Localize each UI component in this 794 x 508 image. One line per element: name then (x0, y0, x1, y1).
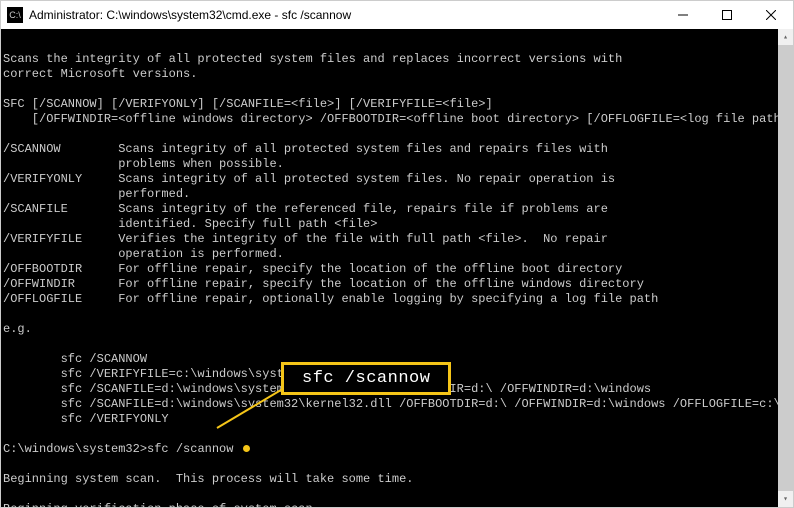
output-line: /OFFLOGFILE For offline repair, optional… (3, 292, 658, 306)
titlebar[interactable]: C:\ Administrator: C:\windows\system32\c… (1, 1, 793, 29)
output-line: /OFFWINDIR For offline repair, specify t… (3, 277, 644, 291)
output-line: sfc /SCANFILE=d:\windows\system32\ (3, 382, 305, 396)
vertical-scrollbar[interactable]: ▴ ▾ (778, 29, 793, 507)
output-line: Beginning system scan. This process will… (3, 472, 413, 486)
output-line: [/OFFWINDIR=<offline windows directory> … (3, 112, 778, 126)
scroll-thumb[interactable] (778, 45, 793, 491)
close-button[interactable] (749, 1, 793, 29)
output-line: operation is performed. (3, 247, 284, 261)
output-line: /SCANNOW Scans integrity of all protecte… (3, 142, 608, 156)
output-line: Scans the integrity of all protected sys… (3, 52, 622, 66)
scroll-down-button[interactable]: ▾ (778, 491, 793, 507)
cmd-icon: C:\ (7, 7, 23, 23)
output-line: /OFFBOOTDIR For offline repair, specify … (3, 262, 622, 276)
window-title: Administrator: C:\windows\system32\cmd.e… (29, 8, 351, 22)
minimize-button[interactable] (661, 1, 705, 29)
output-line: /VERIFYFILE Verifies the integrity of th… (3, 232, 608, 246)
output-line: SFC [/SCANNOW] [/VERIFYONLY] [/SCANFILE=… (3, 97, 493, 111)
output-line: /SCANFILE Scans integrity of the referen… (3, 202, 608, 216)
scroll-up-button[interactable]: ▴ (778, 29, 793, 45)
prompt-command: sfc /scannow (147, 442, 241, 456)
output-line: e.g. (3, 322, 32, 336)
prompt-path: C:\windows\system32> (3, 442, 147, 456)
output-line: Beginning verification phase of system s… (3, 502, 320, 507)
callout-box: sfc /scannow (281, 362, 451, 395)
output-line: correct Microsoft versions. (3, 67, 197, 81)
scroll-track[interactable] (778, 45, 793, 491)
output-line: sfc /VERIFYONLY (3, 412, 169, 426)
output-line: /VERIFYONLY Scans integrity of all prote… (3, 172, 615, 186)
output-line: sfc /SCANFILE=d:\windows\system32\kernel… (3, 397, 778, 411)
maximize-button[interactable] (705, 1, 749, 29)
callout-anchor-dot (243, 445, 250, 452)
output-line: performed. (3, 187, 190, 201)
output-line: problems when possible. (3, 157, 284, 171)
output-line: sfc /VERIFYFILE=c:\windows\system32 (3, 367, 313, 381)
terminal-output[interactable]: Scans the integrity of all protected sys… (1, 29, 778, 507)
output-line: IR=d:\ /OFFWINDIR=d:\windows (449, 382, 651, 396)
output-line: sfc /SCANNOW (3, 352, 147, 366)
cmd-window: C:\ Administrator: C:\windows\system32\c… (0, 0, 794, 508)
output-line: identified. Specify full path <file> (3, 217, 377, 231)
